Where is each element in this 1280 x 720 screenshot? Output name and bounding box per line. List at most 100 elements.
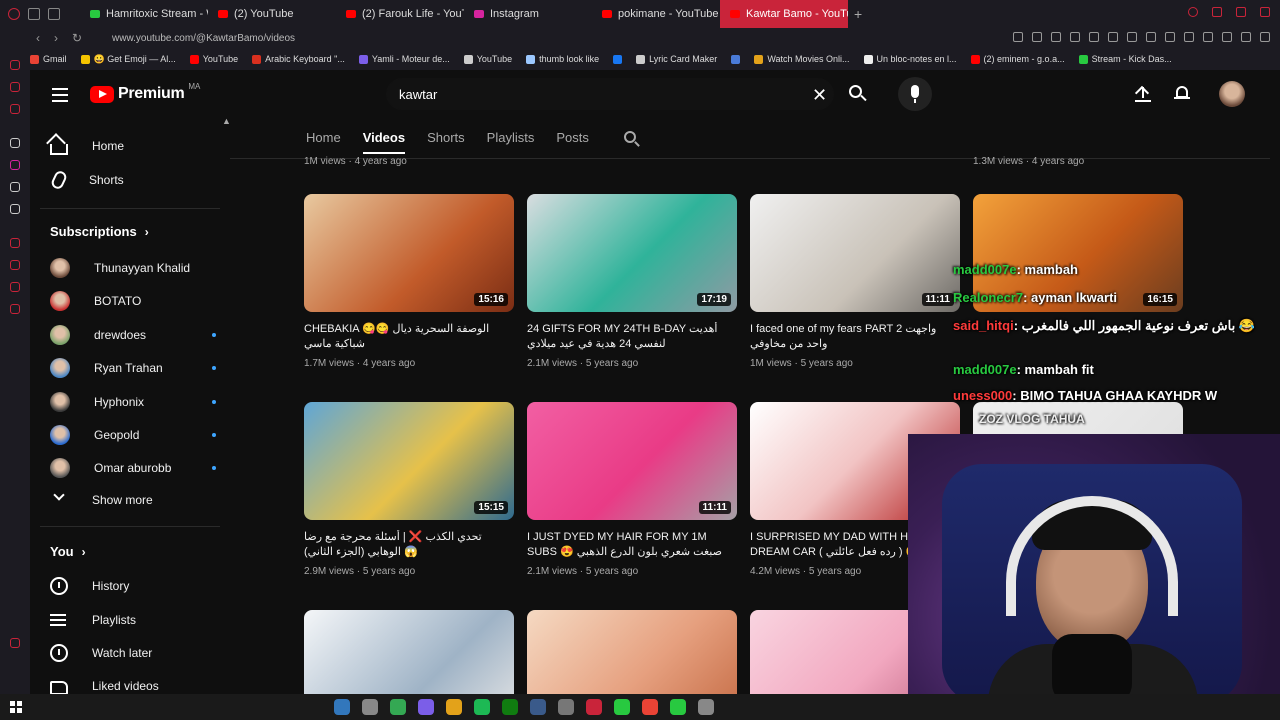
taskbar-app-icon[interactable] bbox=[586, 699, 602, 715]
bookmark-item[interactable]: Watch Movies Onli... bbox=[754, 54, 850, 64]
channel-search-icon[interactable] bbox=[624, 131, 640, 147]
video-title[interactable]: I JUST DYED MY HAIR FOR MY 1M SUBS 😍 صبغ… bbox=[527, 530, 737, 560]
channel-tab[interactable]: Playlists bbox=[487, 130, 535, 156]
instagram-icon[interactable] bbox=[10, 160, 20, 170]
new-tab-button[interactable]: + bbox=[848, 6, 868, 22]
history-rail-icon[interactable] bbox=[10, 260, 20, 270]
messenger-icon[interactable] bbox=[10, 82, 20, 92]
browser-tab[interactable]: (2) Farouk Life - YouTube bbox=[336, 0, 464, 28]
browser-tab[interactable]: Hamritoxic Stream - Watch bbox=[80, 0, 208, 28]
account-avatar[interactable] bbox=[1219, 81, 1245, 107]
channel-tab[interactable]: Home bbox=[306, 130, 341, 156]
notifications-icon[interactable] bbox=[1174, 84, 1190, 102]
create-upload-icon[interactable] bbox=[1134, 84, 1152, 102]
forward-icon[interactable]: › bbox=[54, 31, 58, 45]
bookmark-icon[interactable] bbox=[1032, 32, 1042, 42]
taskbar-app-icon[interactable] bbox=[558, 699, 574, 715]
taskbar-app-icon[interactable] bbox=[642, 699, 658, 715]
taskbar-app-icon[interactable] bbox=[446, 699, 462, 715]
subscription-item[interactable]: Ryan Trahan bbox=[50, 356, 230, 380]
youtube-logo[interactable]: Premium MA bbox=[90, 82, 200, 103]
bookmark-item[interactable]: Un bloc-notes en l... bbox=[863, 54, 957, 64]
subscription-item[interactable]: Hyphonix bbox=[50, 390, 230, 414]
heart-icon[interactable] bbox=[1127, 32, 1137, 42]
sidebar-item-watch-later[interactable]: Watch later bbox=[50, 641, 230, 665]
clear-search-icon[interactable]: ✕ bbox=[812, 85, 827, 106]
taskbar-app-icon[interactable] bbox=[670, 699, 686, 715]
send-icon[interactable] bbox=[1089, 32, 1099, 42]
sidebar-toggle-icon[interactable] bbox=[48, 8, 60, 20]
bookmark-item[interactable]: YouTube bbox=[463, 54, 512, 64]
vpn-icon[interactable] bbox=[1165, 32, 1175, 42]
channel-tab[interactable]: Shorts bbox=[427, 130, 465, 156]
video-thumbnail[interactable]: 11:11 bbox=[527, 402, 737, 520]
bookmark-item[interactable] bbox=[731, 54, 741, 64]
subscription-item[interactable]: drewdoes bbox=[50, 323, 230, 347]
video-card[interactable]: 11:11 I faced one of my fears PART 2 واجه… bbox=[750, 194, 960, 369]
taskbar-app-icon[interactable] bbox=[362, 699, 378, 715]
video-thumbnail[interactable]: 17:19 bbox=[527, 194, 737, 312]
you-header[interactable]: You › bbox=[50, 544, 86, 559]
tiktok-icon[interactable] bbox=[10, 182, 20, 192]
taskbar-app-icon[interactable] bbox=[390, 699, 406, 715]
channel-tab[interactable]: Videos bbox=[362, 130, 406, 156]
search-box[interactable]: kawtar ✕ bbox=[386, 78, 834, 110]
taskbar-app-icon[interactable] bbox=[530, 699, 546, 715]
subscriptions-header[interactable]: Subscriptions › bbox=[50, 224, 149, 239]
video-thumbnail[interactable]: 15:15 bbox=[304, 402, 514, 520]
more-rail-icon[interactable] bbox=[10, 638, 20, 648]
bookmark-item[interactable]: Yamli - Moteur de... bbox=[358, 54, 450, 64]
video-card[interactable]: 11:11 I JUST DYED MY HAIR FOR MY 1M SUBS … bbox=[527, 402, 737, 577]
sidebar-item-shorts[interactable]: Shorts bbox=[49, 168, 230, 192]
whatsapp-icon[interactable] bbox=[10, 138, 20, 148]
browser-tab[interactable]: pokimane - YouTube bbox=[592, 0, 720, 28]
search-icon[interactable] bbox=[846, 82, 870, 106]
channel-tab[interactable]: Posts bbox=[556, 130, 589, 156]
back-icon[interactable]: ‹ bbox=[36, 31, 40, 45]
taskbar-app-icon[interactable] bbox=[474, 699, 490, 715]
bookmark-item[interactable] bbox=[613, 54, 623, 64]
reload-icon[interactable]: ↻ bbox=[72, 31, 82, 45]
subscription-item[interactable]: BOTATO bbox=[50, 289, 230, 313]
play-icon[interactable] bbox=[1108, 32, 1118, 42]
bookmark-item[interactable]: Gmail bbox=[30, 54, 67, 64]
subscription-item[interactable]: Thunayyan Khalid bbox=[50, 256, 230, 280]
video-card[interactable]: 15:16 CHEBAKIA 😋😋 الوصفة السحرية ديال شبا… bbox=[304, 194, 514, 369]
extension-icon[interactable] bbox=[1146, 32, 1156, 42]
tab-snapshot-icon[interactable] bbox=[28, 8, 40, 20]
taskbar-app-icon[interactable] bbox=[418, 699, 434, 715]
aria-icon[interactable] bbox=[10, 60, 20, 70]
minimize-icon[interactable] bbox=[1212, 7, 1222, 17]
puzzle-icon[interactable] bbox=[1203, 32, 1213, 42]
bookmark-item[interactable]: YouTube bbox=[189, 54, 238, 64]
adblock-icon[interactable] bbox=[1070, 32, 1080, 42]
sidebar-item-playlists[interactable]: Playlists bbox=[50, 608, 230, 632]
bookmark-item[interactable]: (2) eminem - g.o.a... bbox=[970, 54, 1065, 64]
taskbar-app-icon[interactable] bbox=[698, 699, 714, 715]
taskbar-app-icon[interactable] bbox=[334, 699, 350, 715]
screenshot-icon[interactable] bbox=[1051, 32, 1061, 42]
flow-icon[interactable] bbox=[10, 104, 20, 114]
browser-tab[interactable]: Instagram bbox=[464, 0, 592, 28]
video-title[interactable]: تحدي الكذب ❌ | أسئلة محرجة مع رضا الوهاب… bbox=[304, 530, 514, 560]
menu-icon[interactable] bbox=[1260, 32, 1270, 42]
search-input[interactable]: kawtar bbox=[399, 87, 437, 102]
video-title[interactable]: 24 GIFTS FOR MY 24TH B-DAY أهديت لنفسي 2… bbox=[527, 322, 737, 352]
scroll-up-arrow-icon[interactable]: ▲ bbox=[222, 116, 231, 126]
x-icon[interactable] bbox=[10, 204, 20, 214]
opera-menu-icon[interactable] bbox=[8, 8, 20, 20]
sidebar-item-history[interactable]: History bbox=[50, 574, 230, 598]
profile-icon[interactable] bbox=[1222, 32, 1232, 42]
browser-tab[interactable]: Kawtar Bamo - YouTube bbox=[720, 0, 848, 28]
search-tabs-icon[interactable] bbox=[1188, 7, 1198, 17]
bookmark-item[interactable]: Arabic Keyboard "... bbox=[252, 54, 345, 64]
taskbar-app-icon[interactable] bbox=[614, 699, 630, 715]
video-title[interactable]: CHEBAKIA 😋😋 الوصفة السحرية ديال شباكية م… bbox=[304, 322, 514, 352]
video-title[interactable]: I faced one of my fears PART 2 واجهت واح… bbox=[750, 322, 960, 352]
subscription-item[interactable]: Geopold bbox=[50, 423, 230, 447]
bookmark-item[interactable]: thumb look like bbox=[526, 54, 599, 64]
video-card[interactable]: 17:19 24 GIFTS FOR MY 24TH B-DAY أهديت لن… bbox=[527, 194, 737, 369]
bookmark-item[interactable]: 😀 Get Emoji — Al... bbox=[80, 54, 176, 65]
show-more-button[interactable]: Show more bbox=[50, 488, 230, 512]
url-field[interactable]: www.youtube.com/@KawtarBamo/videos bbox=[100, 33, 295, 44]
